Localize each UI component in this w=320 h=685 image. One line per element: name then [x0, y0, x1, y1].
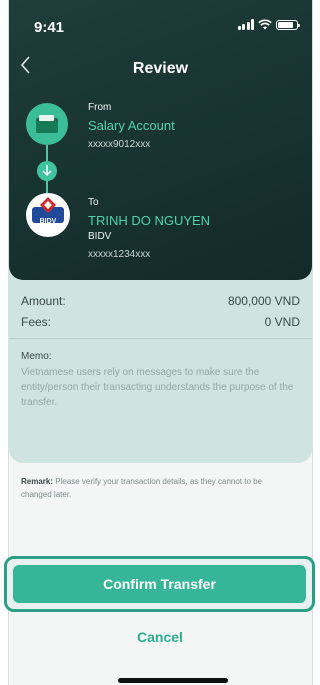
bidv-logo-icon: BIDV	[26, 193, 70, 237]
arrow-down-icon	[37, 161, 57, 181]
divider	[9, 338, 312, 339]
home-indicator	[118, 678, 228, 683]
bidv-logo-text: BIDV	[39, 218, 57, 225]
recipient-account-number: xxxxx1234xxx	[88, 249, 151, 260]
wallet-icon	[36, 115, 58, 133]
from-account-number: xxxxx9012xxx	[88, 139, 151, 150]
review-header: 9:41 Review BIDV From Salary Account xxx…	[9, 0, 312, 280]
from-account-name: Salary Account	[88, 118, 175, 133]
confirm-button-highlight: Confirm Transfer	[4, 556, 315, 612]
status-icons	[237, 19, 300, 30]
transfer-details-card: Amount: 800,000 VND Fees: 0 VND Memo: Vi…	[9, 262, 312, 463]
page-title: Review	[132, 60, 189, 77]
memo-text: Vietnamese users rely on messages to mak…	[21, 367, 294, 408]
confirm-transfer-button[interactable]: Confirm Transfer	[13, 565, 306, 603]
cancel-button[interactable]: Cancel	[0, 629, 320, 645]
memo-label: Memo:	[21, 351, 52, 362]
battery-icon	[276, 20, 300, 30]
signal-icon	[237, 19, 254, 30]
amount-label: Amount:	[21, 294, 66, 308]
to-label: To	[88, 197, 99, 208]
remark-note: Remark: Please verify your transaction d…	[21, 475, 294, 501]
recipient-name: TRINH DO NGUYEN	[88, 213, 211, 228]
from-account-avatar	[26, 103, 68, 145]
remark-label: Remark:	[21, 477, 54, 486]
status-time: 9:41	[34, 19, 65, 36]
status-bar: 9:41	[9, 0, 312, 44]
wifi-icon	[258, 19, 272, 30]
fees-label: Fees:	[21, 315, 52, 329]
amount-row: Amount: 800,000 VND	[21, 294, 300, 308]
amount-value: 800,000 VND	[227, 294, 300, 308]
recipient-bank: BIDV	[88, 231, 112, 242]
fees-row: Fees: 0 VND	[21, 315, 300, 329]
remark-text: Please verify your transaction details, …	[21, 477, 263, 499]
fees-value: 0 VND	[264, 315, 300, 329]
from-label: From	[88, 102, 112, 113]
